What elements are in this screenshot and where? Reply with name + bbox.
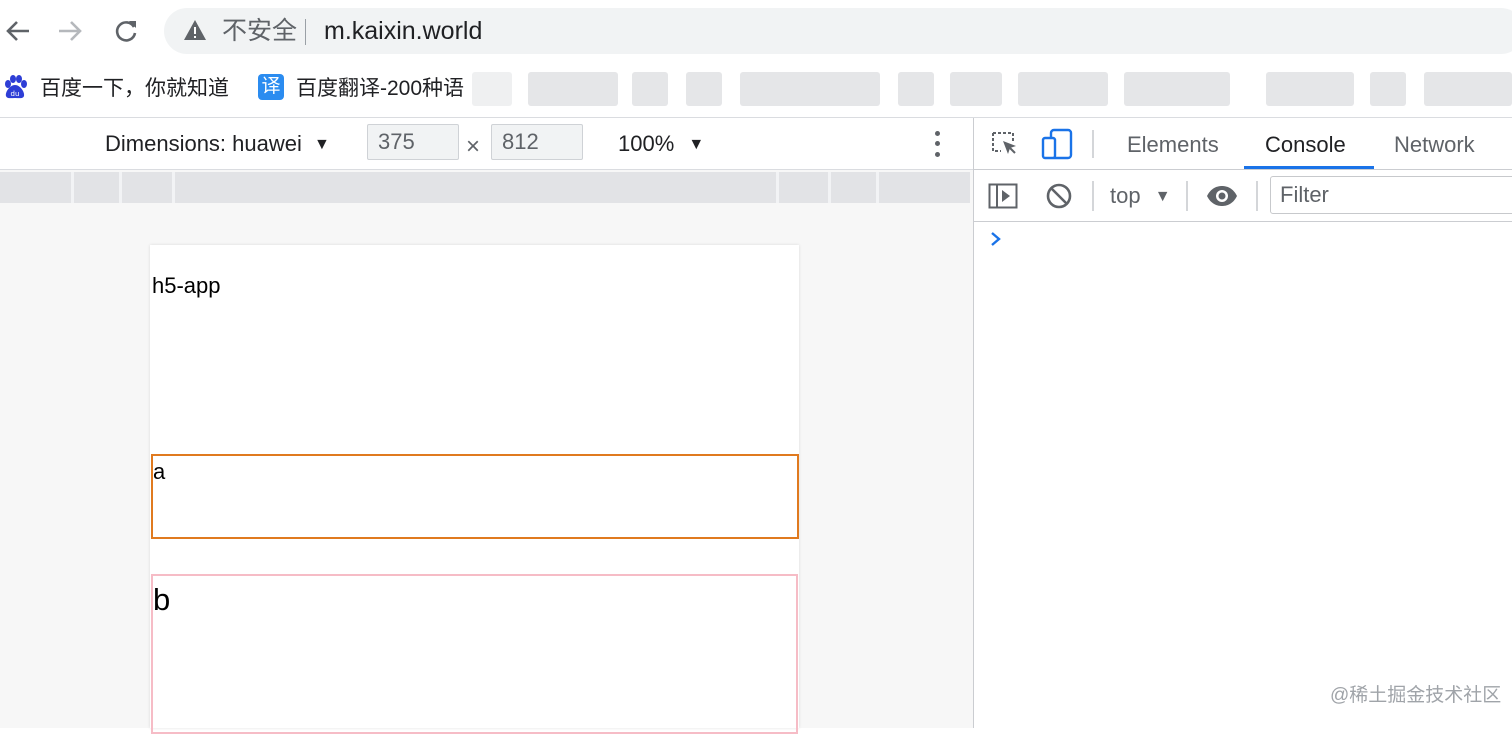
blurred-bookmark	[1124, 72, 1230, 106]
media-query-divider	[876, 172, 879, 203]
zoom-select[interactable]: 100% ▼	[618, 128, 704, 161]
toolbar-divider	[1092, 181, 1094, 211]
omnibox-divider	[305, 19, 306, 45]
blurred-bookmark	[898, 72, 934, 106]
blurred-bookmark	[950, 72, 1002, 106]
inspect-element-icon[interactable]	[988, 126, 1022, 162]
tabs-divider	[974, 169, 1512, 170]
toolbar-divider	[1092, 130, 1094, 158]
console-toolbar-divider	[974, 221, 1512, 222]
dimensions-select[interactable]: Dimensions: huawei ▼	[105, 128, 330, 161]
warning-triangle-icon[interactable]	[183, 18, 209, 44]
box-b	[151, 574, 798, 734]
security-status-label[interactable]: 不安全	[222, 14, 297, 48]
tab-elements[interactable]: Elements	[1127, 130, 1219, 160]
box-b-label: b	[153, 582, 171, 617]
blurred-bookmark	[1370, 72, 1406, 106]
translate-icon: 译	[258, 74, 284, 100]
baidu-paw-icon: du	[5, 75, 27, 99]
dimensions-label: Dimensions: huawei	[105, 131, 302, 156]
dropdown-triangle-icon: ▼	[1154, 188, 1171, 205]
box-a	[151, 454, 799, 539]
reload-icon[interactable]	[108, 13, 144, 49]
bookmark-translate-label: 百度翻译-200种语	[296, 77, 465, 100]
blurred-bookmark	[1018, 72, 1108, 106]
app-title-text: h5-app	[152, 273, 221, 298]
tab-console[interactable]: Console	[1265, 130, 1346, 160]
bookmark-baidu[interactable]: du 百度一下，你就知道	[2, 70, 229, 104]
tab-network[interactable]: Network	[1394, 130, 1475, 160]
console-prompt-chevron-icon[interactable]	[988, 230, 1006, 250]
blurred-bookmark	[1424, 72, 1512, 106]
box-a-label: a	[153, 459, 166, 484]
media-query-divider	[828, 172, 831, 203]
bookmark-baidu-translate[interactable]: 译 百度翻译-200种语	[258, 70, 464, 104]
forward-arrow-icon[interactable]	[52, 13, 88, 49]
context-value: top	[1110, 183, 1141, 208]
blurred-bookmark	[1266, 72, 1354, 106]
dropdown-triangle-icon: ▼	[314, 136, 330, 153]
media-query-divider	[71, 172, 74, 203]
width-input[interactable]: 375	[367, 124, 459, 160]
watermark-text: @稀土掘金技术社区	[1330, 685, 1502, 706]
clear-console-icon[interactable]	[1042, 180, 1076, 212]
bookmark-baidu-label: 百度一下，你就知道	[40, 77, 229, 100]
svg-text:du: du	[11, 90, 20, 98]
media-query-divider	[172, 172, 175, 203]
toolbar-divider	[1256, 181, 1258, 211]
url-text[interactable]: m.kaixin.world	[324, 14, 482, 48]
blurred-bookmark	[686, 72, 722, 106]
media-query-divider	[119, 172, 122, 203]
media-query-divider	[776, 172, 779, 203]
media-query-bar[interactable]	[0, 172, 970, 203]
blurred-bookmark	[528, 72, 618, 106]
back-arrow-icon[interactable]	[0, 13, 36, 49]
blurred-bookmark	[632, 72, 668, 106]
show-sidebar-icon[interactable]	[986, 180, 1020, 212]
toolbar-divider	[1186, 181, 1188, 211]
height-input[interactable]: 812	[491, 124, 583, 160]
times-separator: ×	[466, 133, 481, 160]
eye-icon[interactable]	[1205, 180, 1239, 212]
more-options-icon[interactable]	[928, 128, 946, 160]
context-select[interactable]: top ▼	[1110, 180, 1171, 213]
blurred-bookmark	[472, 72, 512, 106]
zoom-value: 100%	[618, 131, 675, 156]
dropdown-triangle-icon: ▼	[688, 136, 705, 153]
device-toolbar-toggle-icon[interactable]	[1040, 126, 1074, 162]
filter-input[interactable]: Filter	[1270, 176, 1512, 214]
blurred-bookmark	[740, 72, 880, 106]
